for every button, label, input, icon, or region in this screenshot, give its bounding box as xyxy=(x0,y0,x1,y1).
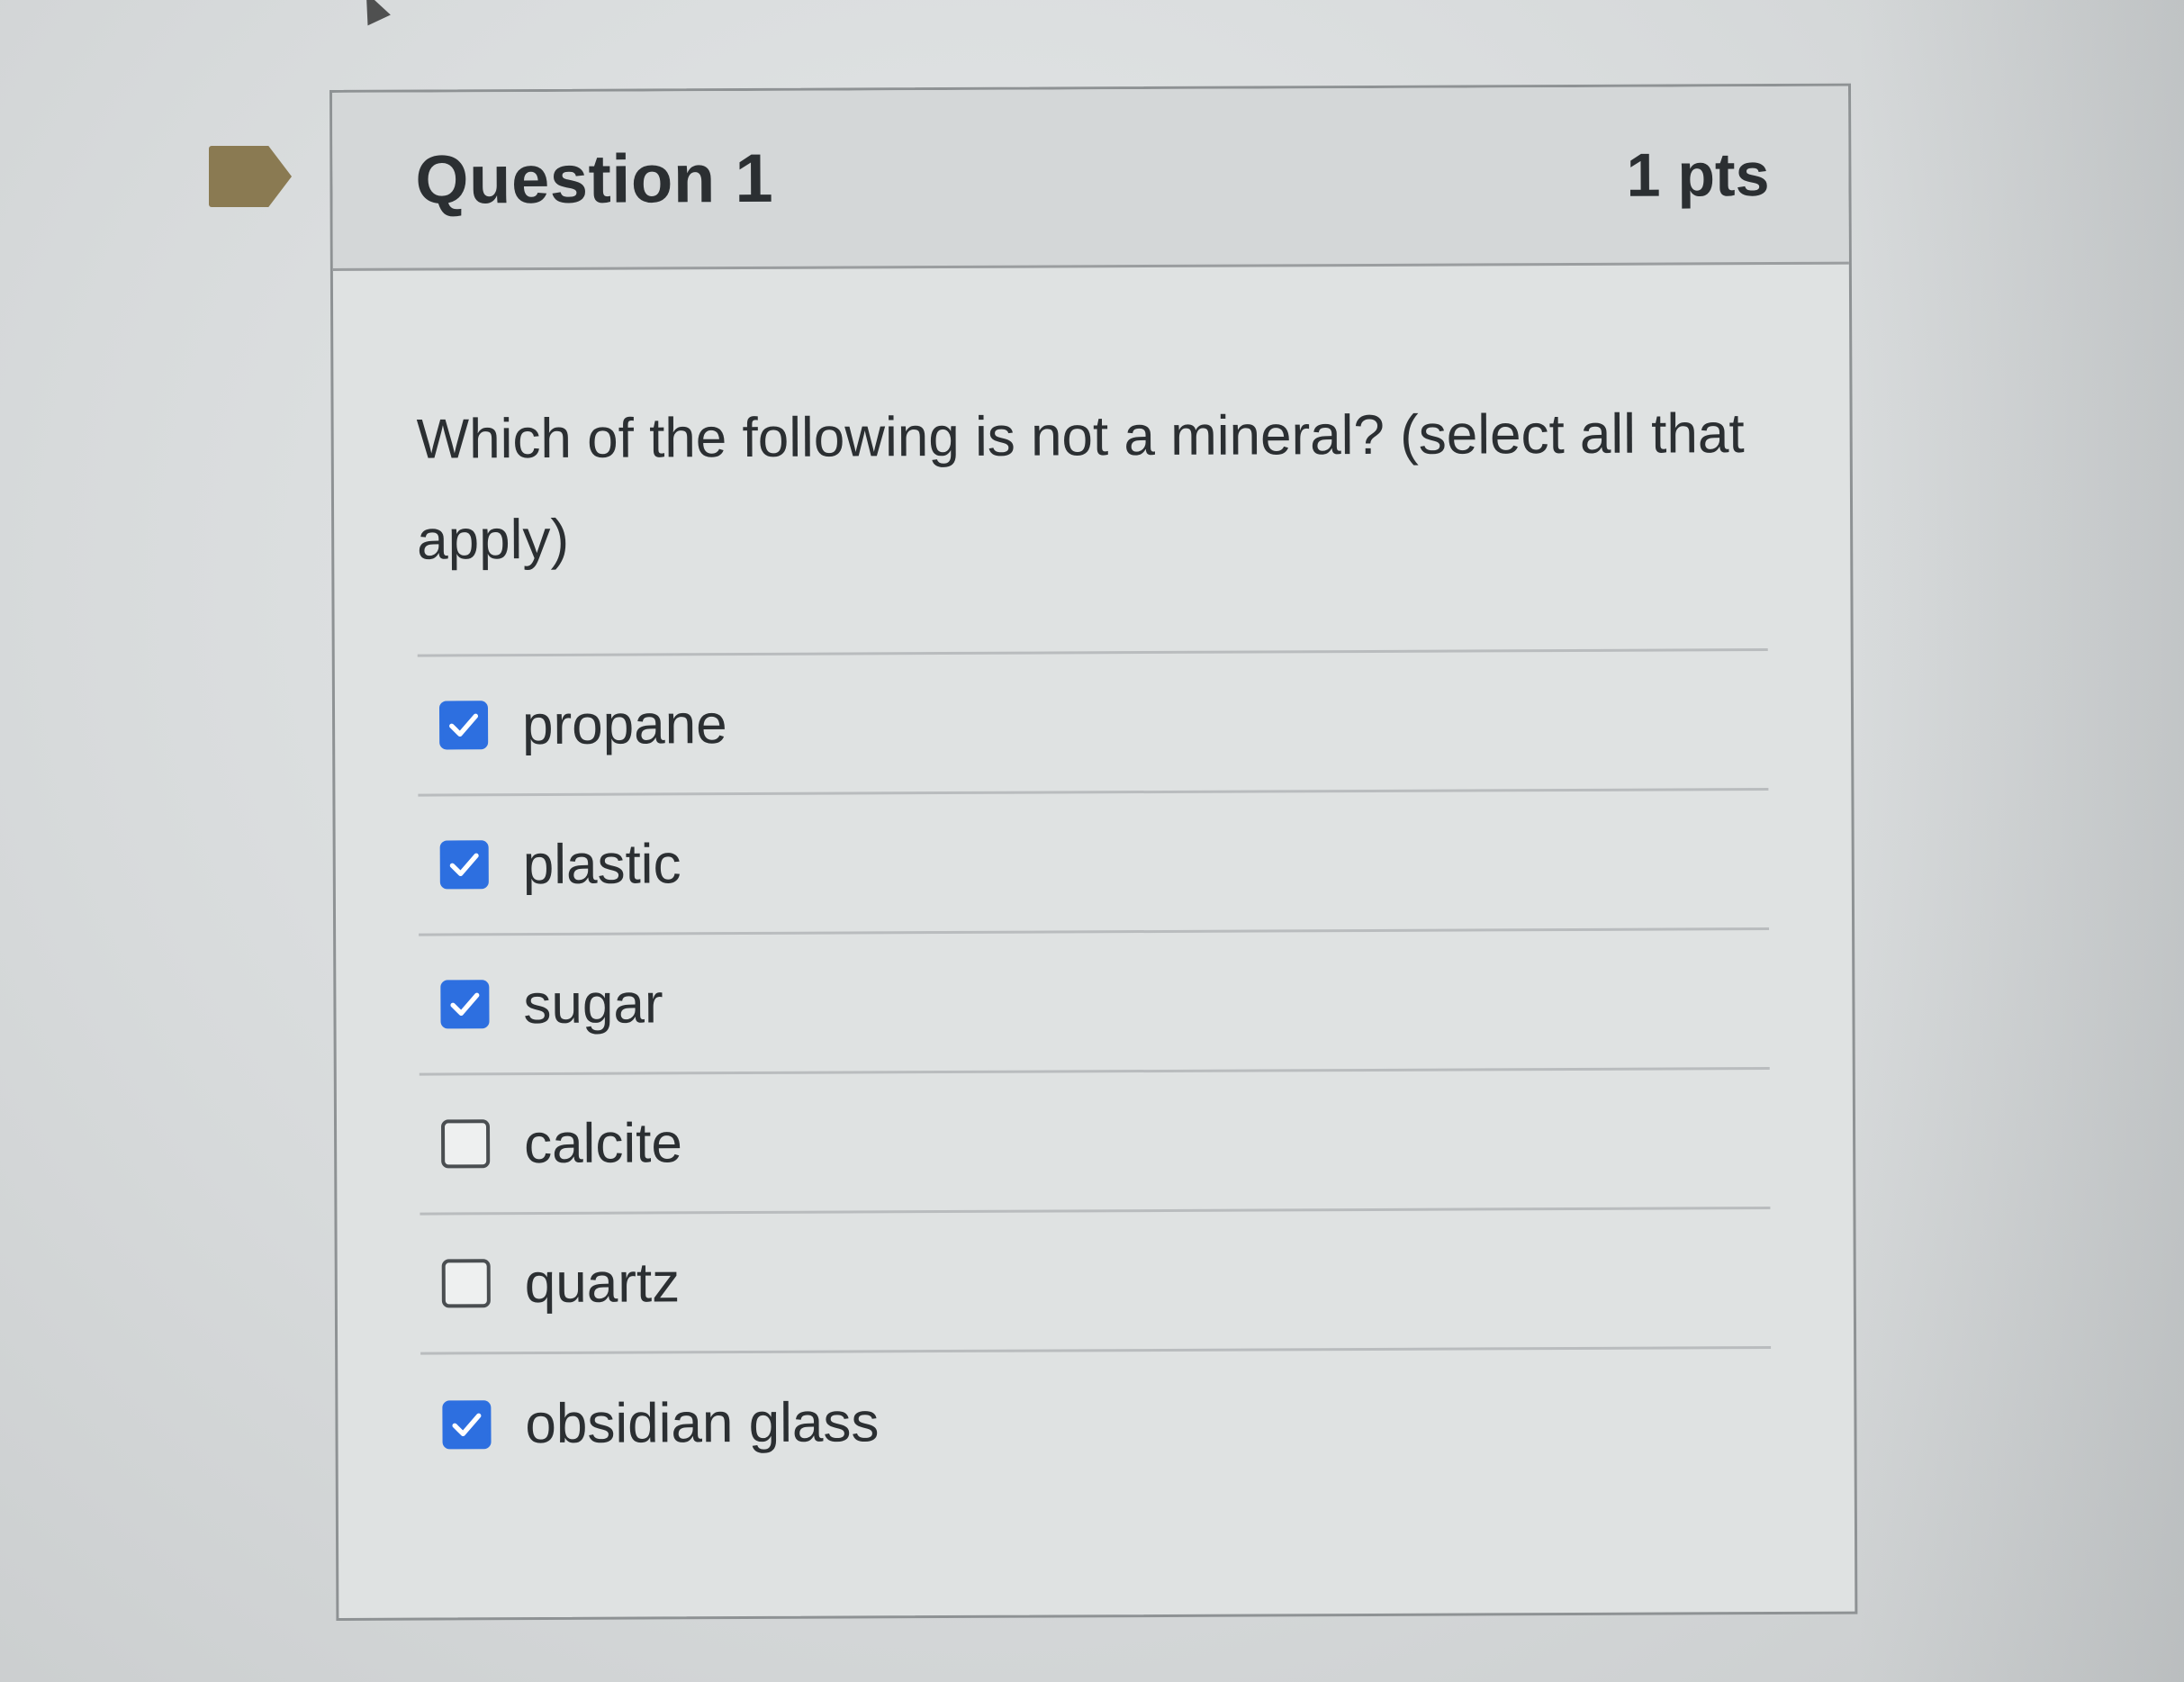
question-header: Question 1 1 pts xyxy=(332,86,1849,271)
answer-option[interactable]: quartz xyxy=(420,1209,1772,1355)
answer-label: quartz xyxy=(524,1251,681,1315)
checkmark-icon xyxy=(449,713,479,737)
answer-option[interactable]: propane xyxy=(417,651,1769,797)
answer-checkbox[interactable] xyxy=(440,1119,491,1169)
answer-checkbox[interactable] xyxy=(439,840,489,890)
answer-option[interactable]: obsidian glass xyxy=(420,1349,1772,1495)
answer-checkbox[interactable] xyxy=(438,701,489,750)
answer-label: obsidian glass xyxy=(525,1391,880,1456)
answer-checkbox[interactable] xyxy=(441,1259,491,1308)
checkmark-icon xyxy=(450,992,480,1017)
answer-checkbox[interactable] xyxy=(442,1399,492,1449)
question-points: 1 pts xyxy=(1626,140,1770,210)
answer-label: calcite xyxy=(523,1111,683,1175)
flag-question-icon[interactable] xyxy=(209,146,292,207)
mouse-cursor-icon xyxy=(355,0,391,26)
answer-option[interactable]: calcite xyxy=(419,1070,1771,1216)
question-text: Which of the following is not a mineral?… xyxy=(416,402,1745,572)
answer-label: propane xyxy=(521,692,727,756)
answer-option[interactable]: plastic xyxy=(418,791,1770,936)
question-body: Which of the following is not a mineral?… xyxy=(333,265,1855,1495)
question-title: Question 1 xyxy=(415,140,774,219)
answer-checkbox[interactable] xyxy=(440,980,490,1029)
checkmark-icon xyxy=(449,853,479,877)
question-card: Question 1 1 pts Which of the following … xyxy=(329,83,1858,1621)
answer-option[interactable]: sugar xyxy=(419,930,1770,1076)
answer-label: plastic xyxy=(522,832,681,896)
answer-list: propane plastic sugar calcite quartz obs xyxy=(417,648,1772,1495)
checkmark-icon xyxy=(452,1413,482,1436)
answer-label: sugar xyxy=(523,972,663,1035)
